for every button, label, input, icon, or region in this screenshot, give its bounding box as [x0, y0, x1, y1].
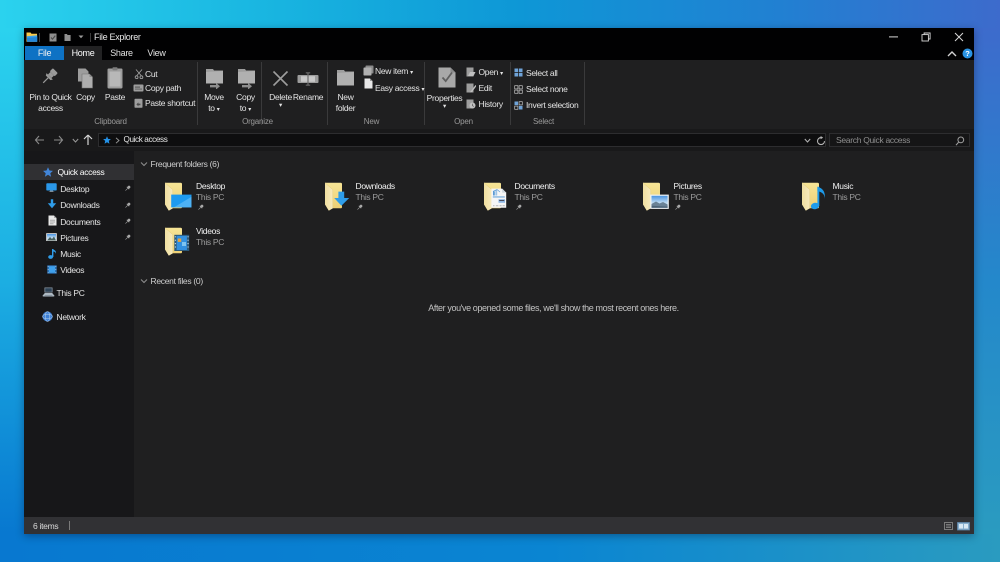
svg-text:?: ? [965, 49, 970, 58]
